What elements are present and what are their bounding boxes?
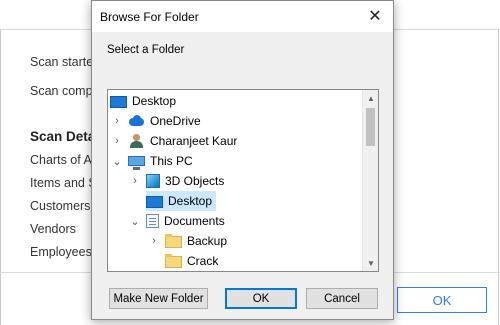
background-ok-button[interactable]: OK [397, 287, 487, 313]
scan-completed-label: Scan compl [30, 84, 96, 98]
folder-icon [165, 254, 182, 268]
chevron-down-icon[interactable]: ⌄ [130, 215, 140, 228]
chevron-down-icon[interactable]: ⌄ [112, 155, 122, 168]
chevron-right-icon[interactable]: › [130, 175, 140, 187]
tree-item-label: Backup [187, 234, 228, 248]
ok-button[interactable]: OK [225, 288, 297, 309]
scrollbar-thumb[interactable] [366, 108, 375, 146]
tree-item-documents[interactable]: ⌄ Documents [130, 211, 229, 231]
bg-list-item-items: Items and S [30, 176, 97, 190]
user-icon [128, 134, 145, 148]
chevron-right-icon[interactable]: › [112, 115, 122, 127]
tree-item-this-pc[interactable]: ⌄ This PC [112, 151, 197, 171]
close-icon[interactable]: ✕ [363, 5, 387, 27]
tree-item-label: Charanjeet Kaur [150, 134, 238, 148]
tree-item-crack[interactable]: Crack [165, 251, 222, 271]
tree-item-desktop-root[interactable]: Desktop [110, 91, 180, 111]
dialog-title: Browse For Folder [100, 10, 199, 24]
tree-item-onedrive[interactable]: › OneDrive [112, 111, 205, 131]
tree-item-label: This PC [150, 154, 193, 168]
bg-list-item-charts: Charts of Ac [30, 153, 99, 167]
desktop-icon [146, 196, 163, 208]
tree-item-label: OneDrive [150, 114, 201, 128]
chevron-right-icon[interactable]: › [149, 235, 159, 247]
scroll-down-icon[interactable]: ▼ [363, 255, 378, 271]
pc-icon [128, 156, 145, 170]
tree-vertical-scrollbar[interactable]: ▲ ▼ [362, 90, 378, 271]
tree-item-user[interactable]: › Charanjeet Kaur [112, 131, 241, 151]
onedrive-icon [128, 114, 145, 128]
dialog-title-bar[interactable]: Browse For Folder ✕ [92, 1, 393, 32]
scan-details-heading: Scan Deta [30, 129, 96, 144]
3d-objects-icon [146, 174, 160, 188]
tree-item-desktop-selected[interactable]: Desktop [146, 191, 217, 211]
background-left-edge [0, 30, 1, 325]
browse-for-folder-dialog: Browse For Folder ✕ Select a Folder Desk… [91, 0, 394, 320]
folder-icon [165, 234, 182, 248]
tree-item-label: Documents [164, 214, 225, 228]
tree-item-label: Desktop [132, 94, 177, 108]
bg-list-item-customers: Customers [30, 199, 91, 213]
scan-started-label: Scan started [30, 55, 101, 69]
background-right-edge [498, 30, 499, 325]
chevron-right-icon[interactable]: › [112, 135, 122, 147]
dialog-prompt: Select a Folder [107, 44, 185, 56]
tree-item-backup[interactable]: › Backup [149, 231, 231, 251]
cancel-button[interactable]: Cancel [306, 288, 378, 309]
tree-item-label: Desktop [168, 194, 213, 208]
desktop-icon [110, 96, 127, 108]
bg-list-item-employees: Employees [30, 245, 92, 259]
folder-tree[interactable]: Desktop › OneDrive › Charanjeet Kaur ⌄ T… [107, 89, 379, 272]
make-new-folder-button[interactable]: Make New Folder [109, 288, 208, 309]
tree-item-3d-objects[interactable]: › 3D Objects [130, 171, 228, 191]
scroll-up-icon[interactable]: ▲ [363, 90, 378, 106]
tree-item-label: Crack [187, 254, 219, 268]
documents-icon [146, 214, 159, 228]
bg-list-item-vendors: Vendors [30, 222, 76, 236]
tree-item-label: 3D Objects [165, 174, 225, 188]
